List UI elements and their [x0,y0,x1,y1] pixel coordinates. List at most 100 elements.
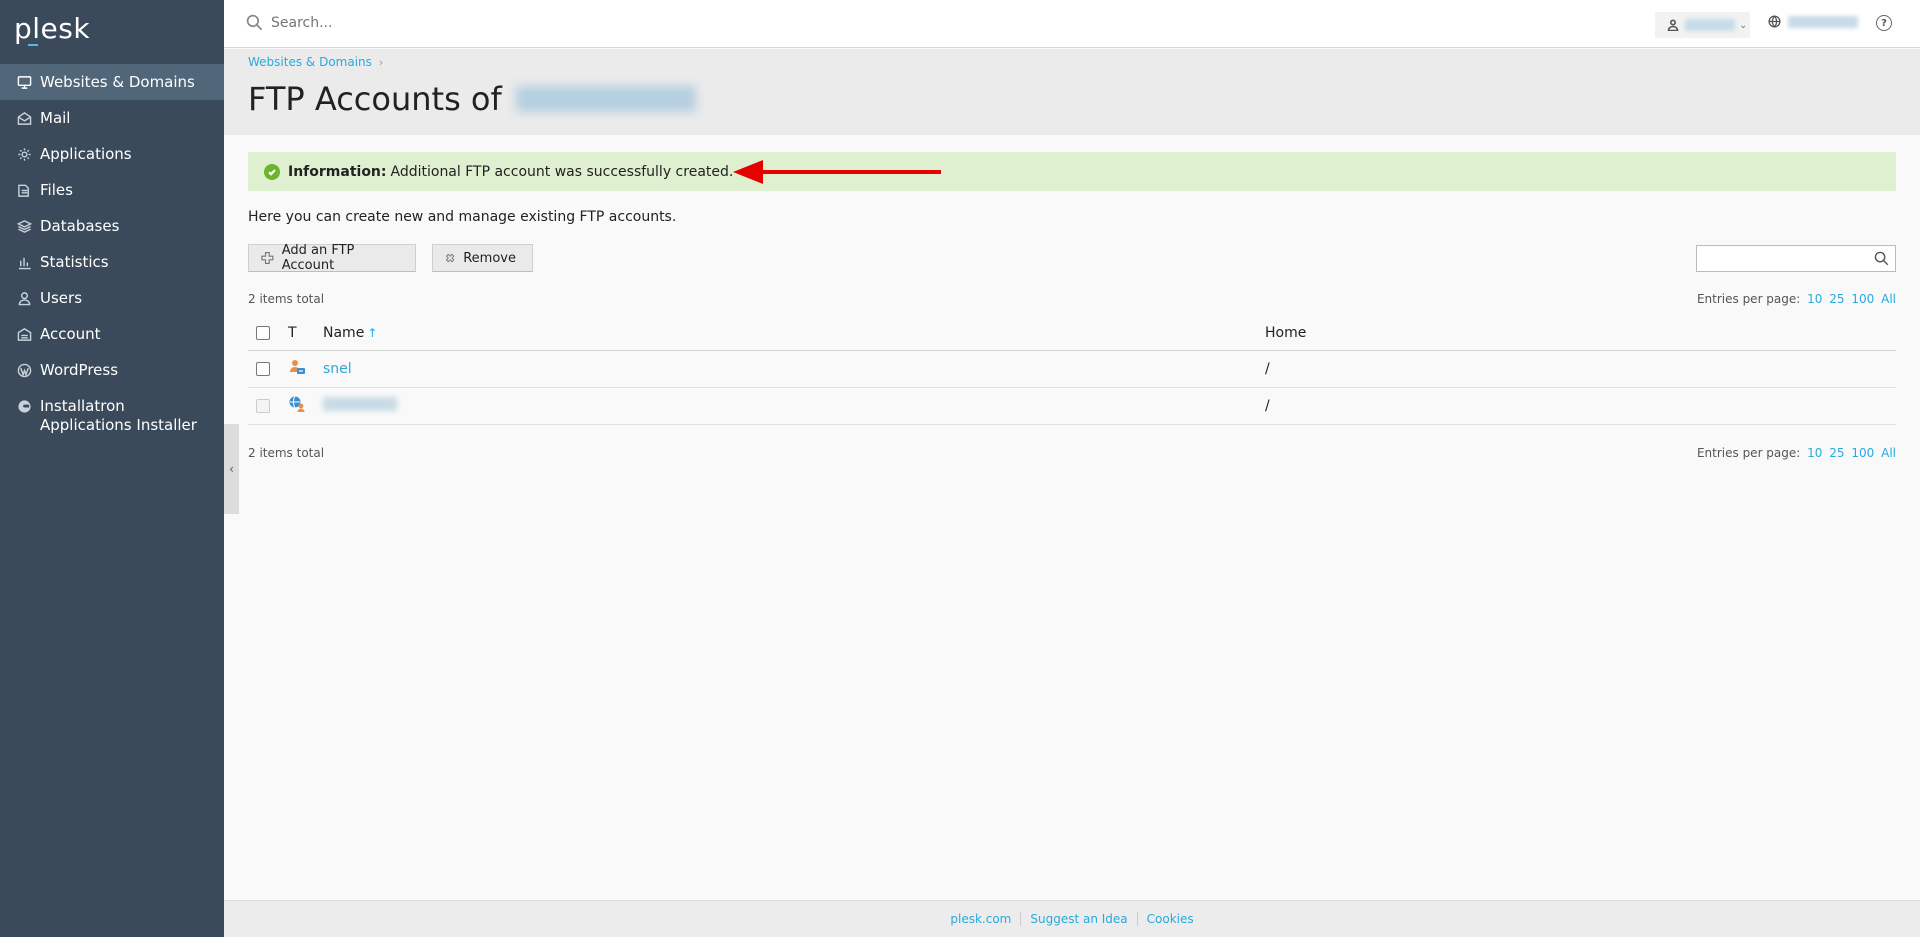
user-icon [1667,19,1679,31]
sidebar-item-label: Websites & Domains [40,73,195,91]
page-title: FTP Accounts of [248,80,696,118]
gear-icon [16,146,32,162]
sidebar-item-label: Installatron Applications Installer [40,397,197,434]
sidebar-item-installatron[interactable]: Installatron Applications Installer [0,388,224,440]
sidebar-item-websites-domains[interactable]: Websites & Domains [0,64,224,100]
sidebar-item-label: Files [40,181,73,199]
footer-link-cookies[interactable]: Cookies [1138,912,1203,926]
footer: plesk.com Suggest an Idea Cookies [224,900,1920,937]
column-type: T [288,325,297,341]
remove-button[interactable]: Remove [432,244,533,272]
column-home: Home [1265,325,1307,341]
items-total-bottom: 2 items total [248,446,325,460]
sidebar-item-mail[interactable]: Mail [0,100,224,136]
check-circle-icon [264,163,280,180]
sidebar-item-applications[interactable]: Applications [0,136,224,172]
page-size-25[interactable]: 25 [1829,446,1844,460]
globe-icon [1768,15,1781,28]
page-size-100[interactable]: 100 [1851,446,1874,460]
column-name-label: Name [323,325,365,341]
sidebar-item-label: Mail [40,109,71,127]
message-label: Information: [288,163,387,180]
logo-underline [28,44,38,46]
footer-link-suggest-idea[interactable]: Suggest an Idea [1021,912,1136,926]
sidebar-item-files[interactable]: Files [0,172,224,208]
sidebar-item-label: Applications [40,145,132,163]
message-text: Additional FTP account was successfully … [390,163,734,180]
help-icon[interactable]: ? [1876,15,1892,31]
sidebar-item-label: Databases [40,217,120,235]
page-size-25[interactable]: 25 [1829,292,1844,306]
page-size-10[interactable]: 10 [1807,292,1822,306]
installatron-icon [16,398,32,414]
domain-name-redacted [515,86,696,112]
list-search-input[interactable] [1697,246,1862,271]
plesk-logo[interactable]: plesk [14,12,90,45]
search-icon[interactable] [1874,251,1889,266]
global-search [246,14,571,31]
ftp-account-name-redacted [323,397,397,411]
remove-label: Remove [463,250,516,266]
sidebar-item-label: Statistics [40,253,109,271]
sidebar-item-wordpress[interactable]: WordPress [0,352,224,388]
column-name[interactable]: Name ↑ [315,325,1265,341]
sidebar: plesk Websites & Domains Mail Applicatio… [0,0,224,937]
success-message: Information: Additional FTP account was … [248,152,1896,191]
row-checkbox-disabled [256,399,270,413]
sidebar-item-users[interactable]: Users [0,280,224,316]
ftp-accounts-table: T Name ↑ Home snel / / [248,316,1896,425]
page-size-all[interactable]: All [1881,292,1896,306]
sidebar-nav: Websites & Domains Mail Applications Fil… [0,64,224,440]
sort-ascending-icon: ↑ [367,326,378,340]
ftp-globe-user-icon [289,396,305,412]
sidebar-item-label: WordPress [40,361,119,379]
sidebar-item-label: Account [40,325,101,343]
ftp-user-icon [290,360,305,374]
mail-icon [16,110,32,126]
topbar: ⌄ ? [224,0,1920,48]
user-menu[interactable]: ⌄ [1655,12,1750,38]
folder-icon [16,182,32,198]
sidebar-item-databases[interactable]: Databases [0,208,224,244]
entries-per-page-bottom: Entries per page: 10 25 100 All [1697,446,1896,460]
ftp-account-link[interactable]: snel [323,361,352,377]
layers-icon [16,218,32,234]
table-header: T Name ↑ Home [248,316,1896,351]
user-name-redacted [1685,19,1735,31]
table-row: / [248,388,1896,425]
list-search [1696,245,1896,272]
row-home: / [1265,398,1270,414]
plus-icon [261,251,274,265]
sidebar-item-account[interactable]: Account [0,316,224,352]
chevron-right-icon: › [378,55,384,69]
global-search-input[interactable] [271,14,571,31]
page-size-100[interactable]: 100 [1851,292,1874,306]
sidebar-item-statistics[interactable]: Statistics [0,244,224,280]
chevron-left-icon: ‹ [229,462,234,476]
red-arrow-annotation [733,160,941,184]
add-ftp-account-button[interactable]: Add an FTP Account [248,243,416,273]
monitor-icon [16,74,32,90]
bar-chart-icon [16,254,32,270]
add-ftp-account-label: Add an FTP Account [281,243,355,273]
chevron-down-icon: ⌄ [1739,19,1748,31]
subscription-menu[interactable] [1768,15,1858,28]
sidebar-collapse-handle[interactable]: ‹ [224,424,239,514]
row-home: / [1265,361,1270,377]
table-row: snel / [248,351,1896,388]
entries-per-page-label: Entries per page: [1696,446,1801,460]
subscription-name-redacted [1788,15,1858,28]
wordpress-icon [16,362,32,378]
footer-link-plesk[interactable]: plesk.com [941,912,1020,926]
sidebar-item-label: Users [40,289,83,307]
row-checkbox[interactable] [256,362,270,376]
remove-x-icon [445,253,455,263]
page-header: Websites & Domains › FTP Accounts of [224,49,1920,135]
breadcrumb-websites-domains[interactable]: Websites & Domains [248,55,372,69]
page-size-all[interactable]: All [1881,446,1896,460]
page-title-text: FTP Accounts of [248,80,502,118]
page-size-10[interactable]: 10 [1807,446,1822,460]
entries-per-page-top: Entries per page: 10 25 100 All [1697,292,1896,306]
search-icon [246,14,263,31]
select-all-checkbox[interactable] [256,326,270,340]
